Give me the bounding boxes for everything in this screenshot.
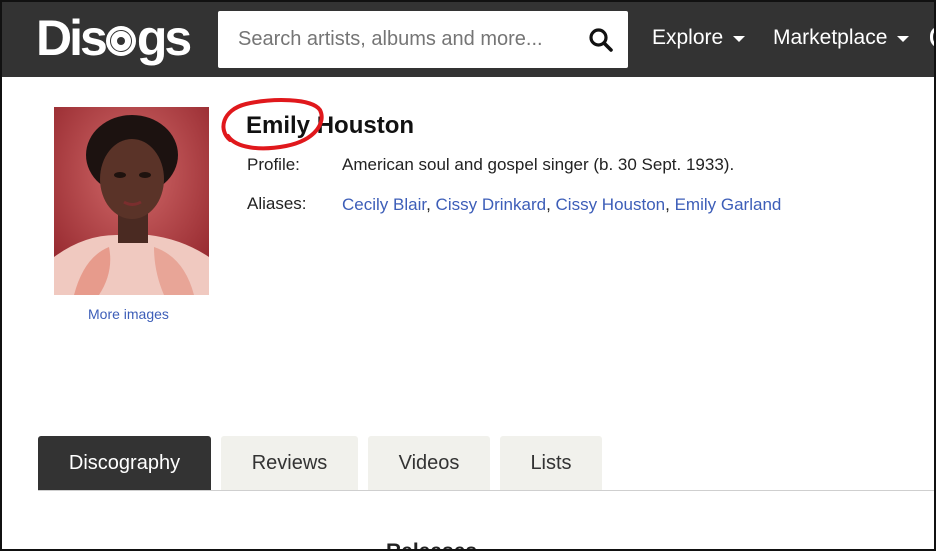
nav-explore-label: Explore bbox=[652, 26, 724, 49]
alias-separator: , bbox=[665, 195, 675, 214]
more-images-link[interactable]: More images bbox=[88, 306, 169, 322]
alias-link[interactable]: Cissy Houston bbox=[556, 195, 666, 214]
chevron-down-icon bbox=[733, 36, 746, 42]
artist-portrait-image bbox=[54, 107, 209, 295]
tab-lists[interactable]: Lists bbox=[500, 436, 602, 490]
truncated-nav-item[interactable] bbox=[930, 26, 934, 48]
alias-link[interactable]: Cecily Blair bbox=[342, 195, 426, 214]
alias-separator: , bbox=[426, 195, 436, 214]
discogs-logo[interactable]: Dis gs bbox=[36, 10, 192, 66]
artist-photo[interactable] bbox=[54, 107, 209, 295]
nav-marketplace-label: Marketplace bbox=[773, 26, 888, 49]
profile-value: American soul and gospel singer (b. 30 S… bbox=[342, 155, 735, 174]
chevron-down-icon bbox=[897, 36, 910, 42]
red-circle-annotation bbox=[221, 98, 324, 151]
logo-text-left: Dis bbox=[36, 10, 108, 66]
logo-text-right: gs bbox=[136, 10, 192, 66]
alias-link[interactable]: Cissy Drinkard bbox=[436, 195, 547, 214]
aliases-list: Cecily Blair, Cissy Drinkard, Cissy Hous… bbox=[342, 195, 781, 215]
top-navigation-bar: Disgs Explore Marketplace bbox=[2, 2, 934, 77]
nav-marketplace-menu[interactable]: Marketplace bbox=[773, 26, 910, 50]
search-box bbox=[218, 11, 628, 68]
releases-heading: Releases bbox=[386, 540, 477, 549]
page-frame: Disgs Explore Marketplace bbox=[0, 0, 936, 551]
alias-link[interactable]: Emily Garland bbox=[675, 195, 782, 214]
profile-label: Profile: bbox=[247, 155, 300, 174]
tab-videos[interactable]: Videos bbox=[368, 436, 490, 490]
tab-reviews[interactable]: Reviews bbox=[221, 436, 358, 490]
search-input[interactable] bbox=[218, 11, 578, 68]
vinyl-record-icon bbox=[105, 26, 136, 56]
tab-discography[interactable]: Discography bbox=[38, 436, 211, 490]
tab-divider bbox=[38, 490, 934, 491]
alias-separator: , bbox=[546, 195, 556, 214]
nav-explore-menu[interactable]: Explore bbox=[652, 26, 746, 50]
aliases-label: Aliases: bbox=[247, 194, 307, 213]
search-icon[interactable] bbox=[588, 27, 614, 53]
